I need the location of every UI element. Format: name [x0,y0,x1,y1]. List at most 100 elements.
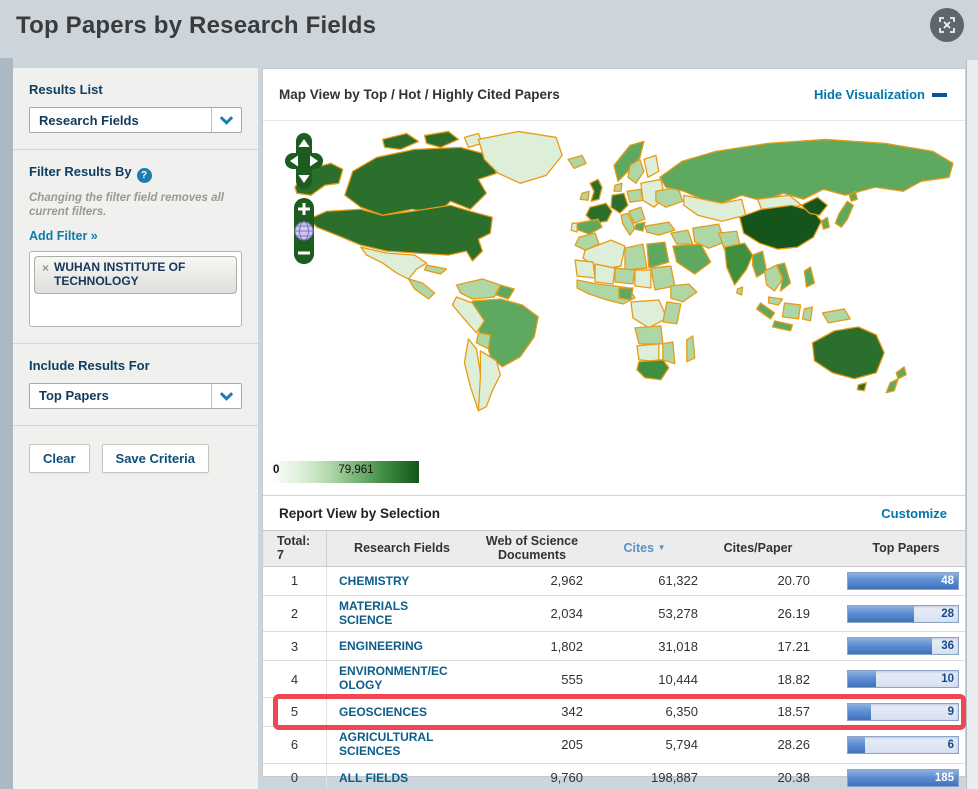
total-count: Total: 7 [263,531,327,566]
map-color-legend: 0 79,961 [269,461,419,483]
rank-cell: 3 [263,632,327,661]
report-view-title: Report View by Selection [279,505,441,521]
research-field-link[interactable]: AGRICULTURAL SCIENCES [339,730,451,759]
cites-per-paper-cell: 18.57 [777,704,810,720]
sidebar: Results List Research Fields Filter Resu… [13,68,258,789]
filter-chip[interactable]: × WUHAN INSTITUTE OF TECHNOLOGY [34,255,237,295]
table-header-row: Total: 7 Research Fields Web of Science … [263,530,965,567]
rank-cell: 1 [263,566,327,595]
research-field-link[interactable]: GEOSCIENCES [339,705,427,720]
include-results-heading: Include Results For [29,357,150,373]
research-field-link[interactable]: MATERIALS SCIENCE [339,599,451,628]
top-papers-bar-fill [848,736,865,753]
world-choropleth-map[interactable] [265,123,963,453]
help-icon[interactable]: ? [136,168,152,183]
column-header-top-papers[interactable]: Top Papers [847,538,965,558]
sort-desc-icon: ▼ [657,543,666,553]
cites-cell: 10,444 [658,671,698,687]
table-row: 6 AGRICULTURAL SCIENCES 205 5,794 28.26 … [263,726,965,764]
country-russia [659,138,954,204]
cites-per-paper-cell: 26.19 [777,606,810,622]
country-uk [589,178,603,202]
cites-per-paper-cell: 20.38 [777,770,810,786]
main-panel: Map View by Top / Hot / Highly Cited Pap… [262,68,966,789]
total-label: Total: [277,534,311,548]
page-title: Top Papers by Research Fields [16,12,377,39]
research-field-link[interactable]: ENGINEERING [339,640,423,654]
hide-visualization-link[interactable]: Hide Visualization [814,87,947,102]
column-header-wos-documents[interactable]: Web of Science Documents [477,534,587,563]
cites-per-paper-cell: 20.70 [777,573,810,589]
column-header-research-fields[interactable]: Research Fields [327,538,477,558]
top-papers-bar[interactable]: 9 [847,702,959,721]
top-papers-bar[interactable]: 10 [847,670,959,689]
column-header-cites-per-paper[interactable]: Cites/Paper [702,538,814,558]
results-list-heading: Results List [29,82,103,97]
total-value: 7 [277,548,284,563]
cites-cell: 61,322 [658,573,698,589]
table-row: 0 ALL FIELDS 9,760 198,887 20.38 185 [263,763,965,789]
top-papers-value: 6 [947,738,954,751]
cites-sort-label: Cites [623,541,655,556]
rank-cell: 6 [263,726,327,763]
save-criteria-button[interactable]: Save Criteria [101,443,210,473]
top-papers-bar[interactable]: 36 [847,637,959,656]
include-results-dropdown[interactable]: Top Papers [29,382,242,409]
country-germany [610,192,629,214]
table-body: 1 CHEMISTRY 2,962 61,322 20.70 48 2 MATE… [263,566,966,789]
customize-link[interactable]: Customize [881,506,947,521]
table-row: 2 MATERIALS SCIENCE 2,034 53,278 26.19 2… [263,595,965,633]
remove-filter-icon[interactable]: × [42,261,49,275]
wos-documents-cell: 205 [561,737,583,753]
active-filters-box: × WUHAN INSTITUTE OF TECHNOLOGY [29,250,242,327]
map-visualization-area: 0 79,961 [263,121,965,495]
table-row: 3 ENGINEERING 1,802 31,018 17.21 36 [263,632,965,662]
rank-cell: 0 [263,763,327,789]
wos-documents-cell: 555 [561,671,583,687]
map-pan-control[interactable] [285,133,323,189]
top-papers-bar-fill [848,703,872,720]
report-view-header: Report View by Selection Customize [263,495,965,530]
map-view-title: Map View by Top / Hot / Highly Cited Pap… [279,87,560,102]
country-japan [834,200,854,228]
page-left-margin [0,58,13,789]
fullscreen-icon [939,17,955,33]
cites-cell: 6,350 [665,704,698,720]
cites-cell: 5,794 [665,737,698,753]
cites-cell: 31,018 [658,638,698,654]
add-filter-link[interactable]: Add Filter » [29,229,98,243]
top-papers-value: 185 [934,771,954,784]
filter-note: Changing the filter field removes all cu… [29,192,224,219]
top-papers-bar[interactable]: 185 [847,768,959,787]
map-zoom-control[interactable] [285,198,323,264]
research-field-link[interactable]: ENVIRONMENT/ECOLOGY [339,665,451,693]
cites-per-paper-cell: 28.26 [777,737,810,753]
table-row: 4 ENVIRONMENT/ECOLOGY 555 10,444 18.82 1… [263,661,965,698]
cites-cell: 53,278 [658,606,698,622]
chevron-down-icon [211,108,241,132]
top-papers-bar[interactable]: 6 [847,735,959,754]
country-spain [575,218,603,235]
column-header-cites[interactable]: Cites ▼ [587,538,702,558]
chevron-down-icon [211,383,241,408]
research-field-link[interactable]: ALL FIELDS [339,771,408,786]
cites-per-paper-cell: 17.21 [777,638,810,654]
cites-cell: 198,887 [651,770,698,786]
page-header: Top Papers by Research Fields [0,0,978,60]
top-papers-bar[interactable]: 28 [847,604,959,623]
hide-visualization-label: Hide Visualization [813,87,925,102]
include-results-selected: Top Papers [39,388,109,404]
top-papers-bar-fill [848,671,876,688]
research-field-link[interactable]: CHEMISTRY [339,574,409,589]
table-row: 1 CHEMISTRY 2,962 61,322 20.70 48 [263,566,965,596]
scrollbar-track[interactable] [966,60,978,789]
map-view-header: Map View by Top / Hot / Highly Cited Pap… [263,69,965,121]
fullscreen-button[interactable] [930,8,964,42]
results-list-selected: Research Fields [39,112,139,128]
top-papers-bar[interactable]: 48 [847,571,959,590]
results-list-dropdown[interactable]: Research Fields [29,107,242,133]
wos-documents-cell: 1,802 [550,638,583,654]
country-canada [344,146,497,216]
clear-button[interactable]: Clear [29,443,90,473]
globe-icon [294,221,314,241]
